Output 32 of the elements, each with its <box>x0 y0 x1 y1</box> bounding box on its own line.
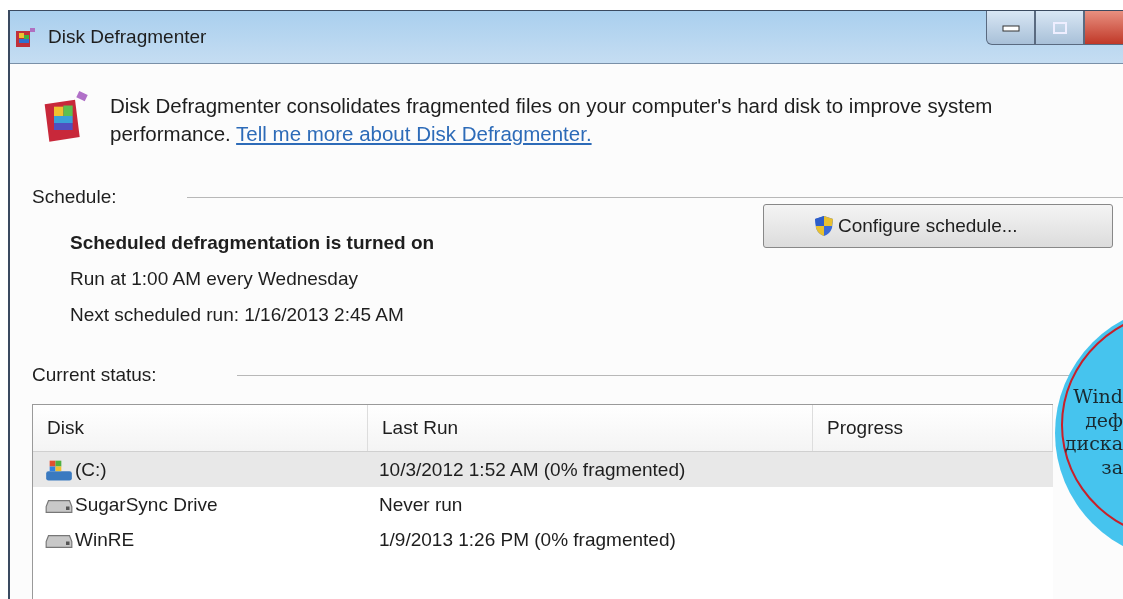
last-run-text: 1/9/2013 1:26 PM (0% fragmented) <box>379 528 676 551</box>
last-run-text: Never run <box>379 493 463 516</box>
schedule-info: Next scheduled run: 1/16/2013 2:45 AM <box>70 304 405 326</box>
disk-name: SugarSync Drive <box>75 493 218 516</box>
section-label: Current status: <box>32 364 157 386</box>
column-header[interactable]: Disk <box>33 405 368 451</box>
schedule-info: Run at 1:00 AM every Wednesday <box>70 268 359 290</box>
disk-name: (C:) <box>75 458 107 481</box>
drive-icon <box>45 500 73 513</box>
window-title: Disk Defragmenter <box>48 26 207 48</box>
column-header[interactable]: Progress <box>813 405 1053 451</box>
disk-name: WinRE <box>75 528 135 551</box>
minimize-icon <box>1000 22 1021 33</box>
callout-text: за <box>1100 455 1123 479</box>
callout-text: деф <box>1084 408 1123 432</box>
shield-icon <box>814 215 834 237</box>
defragmenter-icon <box>14 25 38 49</box>
callout-text: Wind <box>1072 385 1123 409</box>
callout-text: диска <box>1063 432 1123 456</box>
section-label: Schedule: <box>32 186 117 208</box>
last-run-text: 10/3/2012 1:52 AM (0% fragmented) <box>379 458 686 481</box>
column-header[interactable]: Last Run <box>368 405 813 451</box>
schedule-status: Scheduled defragmentation is turned on <box>70 232 435 254</box>
disk-row[interactable]: SugarSync Drive Never run <box>33 487 1053 522</box>
description-text: Disk Defragmenter consolidates fragmented files on your computer's hard disk to improve system performance. Tell me more about Disk Defragmenter. <box>110 93 994 147</box>
configure-schedule-button[interactable]: Configure schedule... <box>763 204 1113 248</box>
disk-row[interactable]: WinRE 1/9/2013 1:26 PM (0% fragmented) <box>33 522 1053 557</box>
minimize-button[interactable] <box>986 11 1035 45</box>
help-link[interactable]: Tell me more about Disk Defragmenter. <box>236 122 592 145</box>
drive-icon <box>45 535 73 548</box>
maximize-button[interactable] <box>1035 11 1084 45</box>
disk-row[interactable]: (C:) 10/3/2012 1:52 AM (0% fragmented) <box>33 452 1053 487</box>
